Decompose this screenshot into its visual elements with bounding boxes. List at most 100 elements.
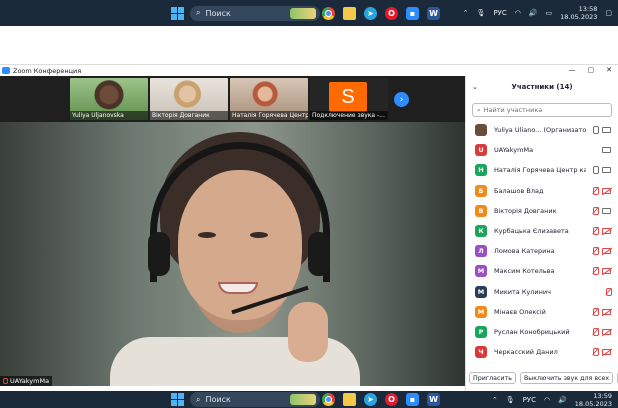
- notifications-icon[interactable]: ▢: [605, 9, 612, 17]
- participant-search-input[interactable]: ⌕ Найти участника: [472, 103, 612, 117]
- camera-icon[interactable]: [602, 147, 611, 154]
- camera-icon[interactable]: [602, 207, 611, 214]
- camera-icon[interactable]: [602, 167, 611, 174]
- volume-icon[interactable]: 🔊: [558, 396, 567, 404]
- invite-button[interactable]: Пригласить: [469, 372, 516, 384]
- participant-row[interactable]: М Мінаєв Олексій: [466, 302, 618, 322]
- mic-icon[interactable]: [592, 166, 599, 175]
- battery-icon[interactable]: ▭: [546, 9, 553, 17]
- chrome-icon[interactable]: [322, 6, 335, 20]
- opera-icon[interactable]: O: [385, 6, 398, 20]
- tray-chevron-icon[interactable]: ⌃: [492, 396, 498, 404]
- participant-name: Руслан Конобрицький: [494, 327, 570, 336]
- wifi-icon[interactable]: ◠: [515, 9, 521, 17]
- camera-off-icon[interactable]: [602, 328, 611, 335]
- video-tile[interactable]: Yuliya Uljanovska: [70, 78, 148, 120]
- language-indicator[interactable]: РУС: [493, 9, 506, 17]
- taskbar-search[interactable]: ⌕ Поиск: [190, 5, 320, 21]
- participant-search-placeholder: Найти участника: [483, 106, 543, 114]
- next-page-button[interactable]: ›: [394, 92, 409, 107]
- opera-icon[interactable]: O: [385, 393, 398, 406]
- maximize-icon[interactable]: ▢: [588, 66, 595, 74]
- camera-off-icon[interactable]: [602, 248, 611, 255]
- microphone-tray-icon[interactable]: 🎙: [506, 396, 515, 404]
- word-icon[interactable]: W: [427, 393, 440, 406]
- participant-name: UAYakymMa: [494, 146, 534, 155]
- taskbar-search[interactable]: ⌕ Поиск: [190, 392, 320, 407]
- camera-off-icon[interactable]: [602, 187, 611, 194]
- participant-row[interactable]: U UAYakymMa: [466, 140, 618, 160]
- participants-list: Yuliya Uliano... (Организатор, я) U UAYaky…: [466, 120, 618, 362]
- word-icon[interactable]: W: [427, 6, 440, 20]
- participant-row[interactable]: Л Ломова Катерина: [466, 241, 618, 261]
- speaker-name-label: UAYakymMa: [0, 376, 53, 386]
- tray-chevron-icon[interactable]: ⌃: [463, 9, 469, 17]
- participant-avatar: М: [475, 265, 487, 278]
- camera-off-icon[interactable]: [602, 268, 611, 275]
- camera-off-icon[interactable]: [602, 349, 611, 356]
- participant-avatar: К: [475, 225, 487, 238]
- mic-muted-icon[interactable]: [592, 327, 599, 336]
- participant-name: Мінаєв Олексій: [494, 307, 546, 316]
- file-explorer-icon[interactable]: [343, 6, 356, 20]
- taskbar-search-label: Поиск: [205, 395, 231, 404]
- zoom-icon[interactable]: ▪: [406, 393, 419, 406]
- camera-off-icon[interactable]: [602, 228, 611, 235]
- wifi-icon[interactable]: ◠: [544, 396, 550, 404]
- participant-name: Максим Котельва: [494, 267, 555, 276]
- taskbar-top: ⌕ Поиск ➤ O ▪ W ⌃ 🎙 РУС ◠ 🔊 ▭ 13:58 18.0…: [0, 0, 618, 26]
- participant-row[interactable]: Yuliya Uliano... (Организатор, я): [466, 120, 618, 140]
- mic-muted-icon[interactable]: [592, 348, 599, 357]
- participant-avatar: В: [475, 204, 487, 217]
- volume-icon[interactable]: 🔊: [529, 9, 538, 17]
- participant-row[interactable]: Б Балашов Влад: [466, 181, 618, 201]
- mic-muted-icon[interactable]: [592, 186, 599, 195]
- clock[interactable]: 13:58 18.05.2023: [560, 5, 597, 21]
- video-tile[interactable]: Наталія Горячева Центр ...: [230, 78, 308, 120]
- mic-muted-icon[interactable]: [592, 206, 599, 215]
- participant-row[interactable]: М Микита Кулинич: [466, 282, 618, 302]
- participant-name: Курбацька Єлизавета: [494, 227, 569, 236]
- participant-row[interactable]: К Курбацька Єлизавета: [466, 221, 618, 241]
- participant-row[interactable]: Ч Черкасский Данил: [466, 342, 618, 362]
- participant-row[interactable]: Р Руслан Конобрицький: [466, 322, 618, 342]
- mute-all-button[interactable]: Выключить звук для всех: [519, 372, 614, 384]
- tile-name: Подключение звука -...: [310, 111, 388, 120]
- mic-muted-icon[interactable]: [592, 227, 599, 236]
- mic-muted-icon[interactable]: [592, 267, 599, 276]
- minimize-icon[interactable]: —: [569, 66, 576, 74]
- mic-muted-icon[interactable]: [592, 307, 599, 316]
- participant-row[interactable]: В Вікторія Довганик: [466, 201, 618, 221]
- participant-avatar: [475, 124, 487, 137]
- chevron-right-icon: ›: [399, 94, 404, 105]
- main-speaker-video[interactable]: UAYakymMa: [0, 122, 465, 386]
- zoom-icon[interactable]: ▪: [406, 6, 419, 20]
- windows-start-icon[interactable]: [171, 6, 184, 20]
- file-explorer-icon[interactable]: [343, 393, 356, 406]
- tile-name: Yuliya Uljanovska: [70, 111, 148, 120]
- chrome-icon[interactable]: [322, 393, 335, 406]
- video-tile[interactable]: Вікторія Довганик: [150, 78, 228, 120]
- video-tile[interactable]: S Подключение звука -...: [310, 78, 388, 120]
- mic-muted-icon[interactable]: [605, 287, 612, 296]
- language-indicator[interactable]: РУС: [523, 396, 536, 404]
- search-icon: ⌕: [196, 394, 201, 404]
- telegram-icon[interactable]: ➤: [364, 6, 377, 20]
- close-icon[interactable]: ✕: [606, 66, 612, 74]
- mic-icon[interactable]: [592, 126, 599, 135]
- search-icon: ⌕: [196, 8, 201, 17]
- participant-row[interactable]: М Максим Котельва: [466, 261, 618, 281]
- windows-start-icon[interactable]: [171, 393, 184, 406]
- search-icon: ⌕: [477, 105, 481, 114]
- collapse-chevron-icon[interactable]: ⌄: [472, 83, 478, 91]
- participants-panel: ⌄ Участники (14) ⌕ Найти участника Yuliy…: [465, 76, 618, 391]
- camera-icon[interactable]: [602, 127, 611, 134]
- telegram-icon[interactable]: ➤: [364, 393, 377, 406]
- microphone-tray-icon[interactable]: 🎙: [476, 9, 485, 17]
- camera-off-icon[interactable]: [602, 308, 611, 315]
- clock[interactable]: 13:59 18.05.2023: [575, 392, 612, 408]
- participant-avatar: Н: [475, 164, 487, 177]
- mic-muted-icon[interactable]: [592, 247, 599, 256]
- taskbar-bottom: ⌕ Поиск ➤ O ▪ W ⌃ 🎙 РУС ◠ 🔊 13:59 18.05.…: [0, 391, 618, 408]
- participant-row[interactable]: Н Наталія Горячева Центр кар'є...: [466, 160, 618, 180]
